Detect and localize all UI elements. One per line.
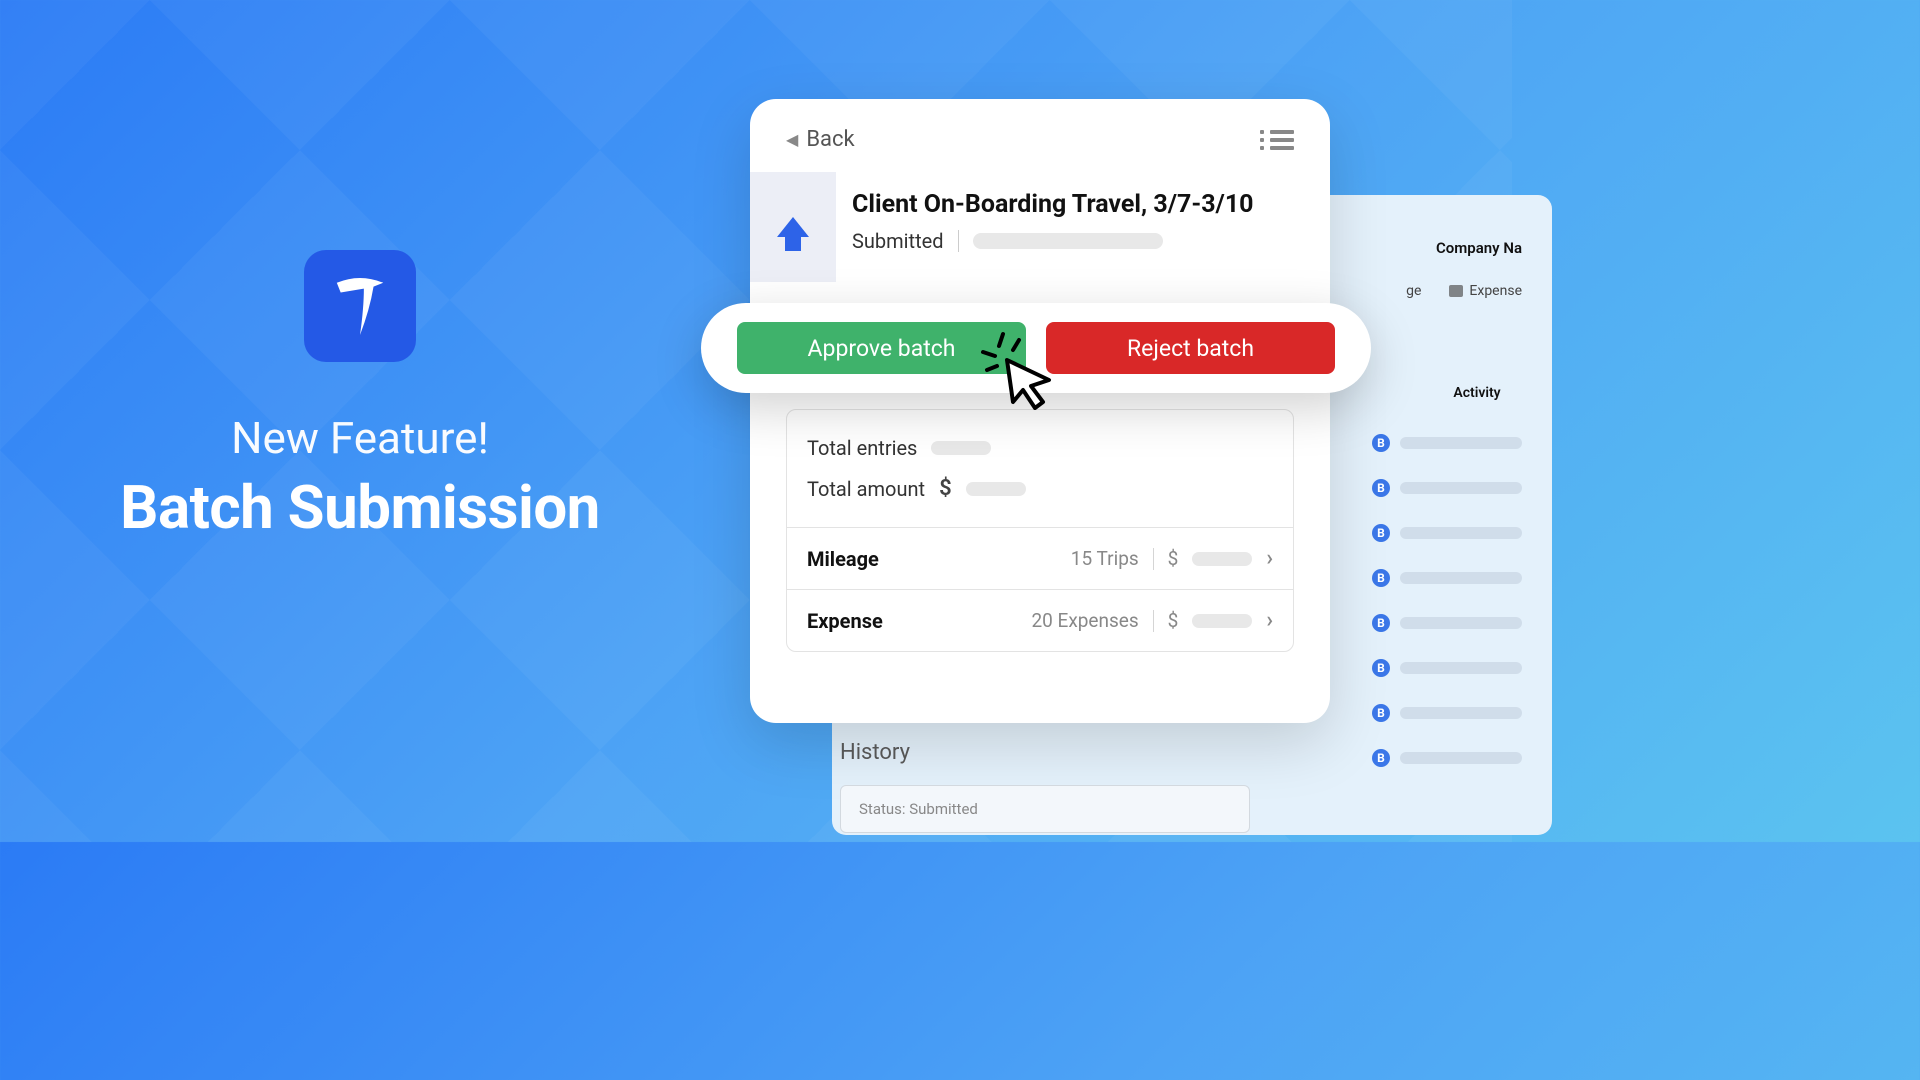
history-heading: History bbox=[820, 740, 1250, 765]
promo-title: Batch Submission bbox=[60, 472, 660, 543]
activity-bar-placeholder bbox=[1400, 752, 1522, 764]
activity-row: B bbox=[1372, 600, 1522, 645]
total-entries-value-placeholder bbox=[931, 441, 991, 455]
activity-row: B bbox=[1372, 735, 1522, 780]
activity-row: B bbox=[1372, 555, 1522, 600]
currency-symbol: $ bbox=[1168, 609, 1179, 632]
summary-row-name: Expense bbox=[807, 609, 1017, 633]
approve-batch-button[interactable]: Approve batch bbox=[737, 322, 1026, 374]
activity-row: B bbox=[1372, 420, 1522, 465]
activity-row: B bbox=[1372, 690, 1522, 735]
batch-action-bar: Approve batch Reject batch bbox=[701, 303, 1371, 393]
activity-bar-placeholder bbox=[1400, 437, 1522, 449]
activity-row: B bbox=[1372, 510, 1522, 555]
summary-row-amount-placeholder bbox=[1192, 552, 1252, 566]
total-entries-label: Total entries bbox=[807, 436, 917, 460]
promo-subtitle: New Feature! bbox=[60, 412, 660, 464]
upload-arrow-icon bbox=[777, 217, 809, 237]
activity-bar-placeholder bbox=[1400, 617, 1522, 629]
badge-b-icon: B bbox=[1372, 704, 1390, 722]
currency-symbol: $ bbox=[939, 476, 952, 501]
history-entry: Status: Submitted bbox=[840, 785, 1250, 833]
back-label: Back bbox=[806, 127, 854, 152]
promo-panel: New Feature! Batch Submission bbox=[60, 250, 660, 543]
chevron-left-icon: ◀ bbox=[786, 130, 798, 149]
chevron-right-icon: › bbox=[1266, 546, 1273, 571]
app-logo-icon bbox=[304, 250, 416, 362]
badge-b-icon: B bbox=[1372, 614, 1390, 632]
tab-expense[interactable]: Expense bbox=[1449, 283, 1522, 299]
activity-bar-placeholder bbox=[1400, 572, 1522, 584]
badge-b-icon: B bbox=[1372, 569, 1390, 587]
total-amount-label: Total amount bbox=[807, 477, 925, 501]
summary-row-amount-placeholder bbox=[1192, 614, 1252, 628]
batch-title: Client On-Boarding Travel, 3/7-3/10 bbox=[852, 190, 1306, 219]
summary-row[interactable]: Expense 20 Expenses $ › bbox=[787, 590, 1293, 651]
activity-bar-placeholder bbox=[1400, 707, 1522, 719]
back-button[interactable]: ◀ Back bbox=[786, 127, 855, 152]
batch-detail-card: ◀ Back Client On-Boarding Travel, 3/7-3/… bbox=[750, 99, 1330, 723]
history-status-label: Status: Submitted bbox=[859, 800, 978, 818]
activity-bar-placeholder bbox=[1400, 527, 1522, 539]
reject-batch-button[interactable]: Reject batch bbox=[1046, 322, 1335, 374]
history-section: History Status: Submitted bbox=[820, 740, 1250, 833]
activity-bar-placeholder bbox=[1400, 662, 1522, 674]
total-amount-value-placeholder bbox=[966, 482, 1026, 496]
credit-card-icon bbox=[1449, 285, 1463, 297]
status-detail-placeholder bbox=[973, 233, 1163, 249]
summary-row[interactable]: Mileage 15 Trips $ › bbox=[787, 528, 1293, 590]
badge-b-icon: B bbox=[1372, 659, 1390, 677]
badge-b-icon: B bbox=[1372, 524, 1390, 542]
chevron-right-icon: › bbox=[1266, 608, 1273, 633]
tab-mileage[interactable]: ge bbox=[1406, 283, 1421, 299]
batch-status-icon-tile bbox=[750, 172, 836, 282]
summary-row-meta: 20 Expenses bbox=[1031, 609, 1138, 632]
badge-b-icon: B bbox=[1372, 434, 1390, 452]
badge-b-icon: B bbox=[1372, 749, 1390, 767]
activity-row: B bbox=[1372, 645, 1522, 690]
company-name-label: Company Na bbox=[1436, 239, 1522, 257]
summary-box: Total entries Total amount $ Mileage 15 T… bbox=[786, 409, 1294, 652]
activity-column-header: Activity bbox=[1432, 385, 1522, 401]
summary-row-meta: 15 Trips bbox=[1071, 547, 1139, 570]
list-icon[interactable] bbox=[1270, 130, 1294, 150]
batch-status: Submitted bbox=[852, 229, 944, 253]
badge-b-icon: B bbox=[1372, 479, 1390, 497]
activity-row: B bbox=[1372, 465, 1522, 510]
summary-row-name: Mileage bbox=[807, 547, 1057, 571]
currency-symbol: $ bbox=[1168, 547, 1179, 570]
activity-bar-placeholder bbox=[1400, 482, 1522, 494]
